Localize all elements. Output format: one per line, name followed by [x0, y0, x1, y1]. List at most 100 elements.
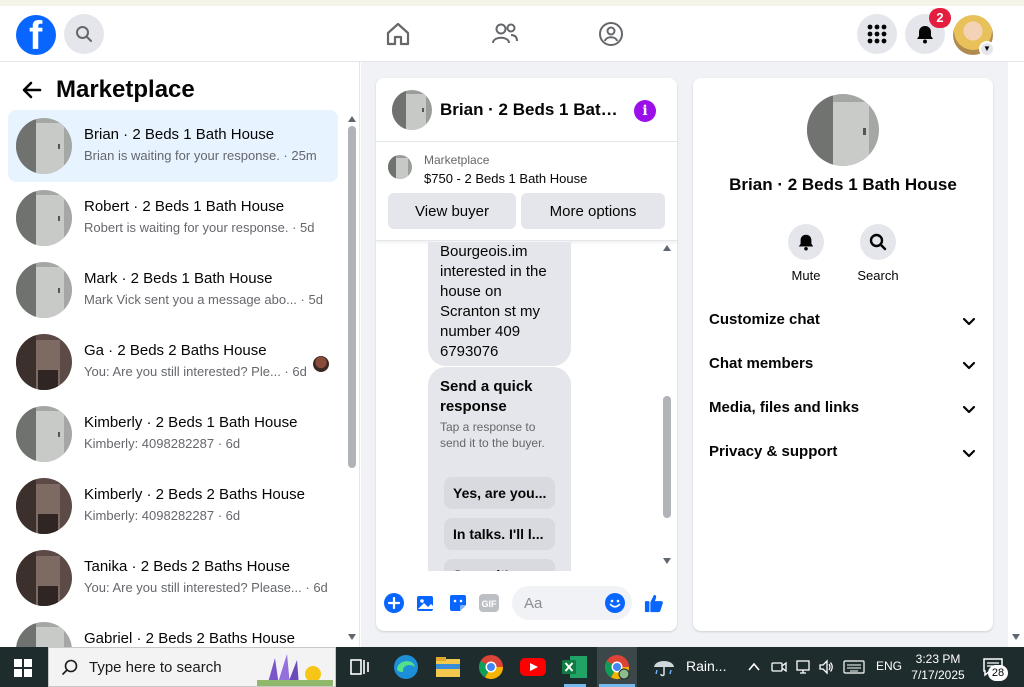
search-button[interactable]	[64, 14, 104, 54]
info-section-label: Media, files and links	[709, 399, 860, 416]
weather-umbrella-icon[interactable]	[652, 656, 676, 678]
network-icon[interactable]	[795, 659, 811, 675]
listing-price[interactable]: $750 - 2 Beds 1 Bath House	[424, 171, 587, 186]
info-icon[interactable]: i	[634, 100, 656, 122]
conversation-thumbnail	[16, 190, 72, 246]
conversation-title: Ga · 2 Beds 2 Baths House	[84, 342, 267, 359]
chat-title[interactable]: Brian · 2 Beds 1 Bath House	[440, 100, 620, 120]
conversation-item[interactable]: Tanika · 2 Beds 2 Baths House You: Are yo…	[8, 542, 338, 614]
listing-thumbnail[interactable]	[392, 90, 432, 130]
conversation-thumbnail	[16, 622, 72, 647]
mute-label: Mute	[791, 268, 821, 283]
page-scrollbar[interactable]	[1008, 62, 1024, 647]
info-section-row[interactable]: Privacy & support	[701, 431, 985, 475]
conversation-item[interactable]: Kimberly · 2 Beds 2 Baths House Kimberly:…	[8, 470, 338, 542]
quick-reply-chip[interactable]: In talks. I'll l...	[444, 518, 555, 550]
chat-header: Brian · 2 Beds 1 Bath House i	[376, 78, 677, 142]
facebook-logo-icon[interactable]: f	[16, 14, 56, 58]
info-section-row[interactable]: Chat members	[701, 343, 985, 387]
task-view-icon[interactable]	[350, 658, 370, 676]
conversation-thumbnail	[16, 478, 72, 534]
page-title: Marketplace	[56, 76, 195, 103]
taskbar-search-placeholder: Type here to search	[89, 659, 222, 676]
clock[interactable]: 3:23 PM 7/17/2025	[906, 651, 970, 683]
file-explorer-icon[interactable]	[434, 653, 462, 681]
listing-small-thumbnail[interactable]	[388, 155, 412, 179]
search-action[interactable]: Search	[850, 224, 906, 283]
message-thread-scrollbar[interactable]	[663, 396, 671, 518]
listing-profile-image[interactable]	[807, 94, 879, 166]
volume-icon[interactable]	[818, 659, 834, 675]
conversation-snippet: Kimberly: 4098282287 · 6d	[84, 508, 241, 523]
chevron-down-icon	[962, 317, 976, 326]
scroll-up-arrow[interactable]	[663, 245, 671, 251]
search-action-circle	[860, 224, 896, 260]
received-message: Bourgeois.im interested in the house on …	[428, 242, 571, 366]
groups-icon	[599, 22, 623, 46]
edge-icon[interactable]	[392, 653, 420, 681]
photo-icon[interactable]	[416, 593, 436, 613]
plus-icon[interactable]	[384, 593, 404, 613]
clock-time: 3:23 PM	[915, 652, 961, 666]
quick-reply-chip[interactable]: Sorry, it's n...	[444, 559, 555, 571]
scroll-up-arrow[interactable]	[348, 116, 356, 122]
back-arrow-icon[interactable]	[20, 78, 44, 102]
chrome-profile-icon[interactable]	[603, 653, 631, 681]
conversation-snippet: Robert is waiting for your response. · 5…	[84, 220, 315, 235]
excel-icon[interactable]	[561, 653, 589, 681]
scroll-down-arrow[interactable]	[1012, 634, 1020, 640]
conversation-item[interactable]: Robert · 2 Beds 1 Bath House Robert is wa…	[8, 182, 338, 254]
groups-tab[interactable]	[593, 16, 629, 52]
info-title: Brian · 2 Beds 1 Bath House	[729, 175, 957, 194]
conversation-item[interactable]: Kimberly · 2 Beds 1 Bath House Kimberly: …	[8, 398, 338, 470]
mute-action[interactable]: Mute	[778, 224, 834, 283]
conversation-title: Kimberly · 2 Beds 1 Bath House	[84, 414, 298, 431]
info-section-label: Customize chat	[709, 311, 820, 328]
conversation-item[interactable]: Mark · 2 Beds 1 Bath House Mark Vick sent…	[8, 254, 338, 326]
language-indicator[interactable]: ENG	[876, 659, 902, 673]
chevron-down-icon	[962, 361, 976, 370]
thumbs-up-icon[interactable]	[644, 593, 664, 613]
taskbar-search-box[interactable]: Type here to search	[48, 647, 336, 687]
info-section-row[interactable]: Customize chat	[701, 299, 985, 343]
conversation-item[interactable]: Gabriel · 2 Beds 2 Baths House	[8, 614, 338, 647]
conversation-title: Brian · 2 Beds 1 Bath House	[84, 126, 275, 143]
home-tab[interactable]	[380, 16, 416, 52]
conversation-snippet: You: Are you still interested? Please...…	[84, 580, 328, 595]
info-section-label: Privacy & support	[709, 443, 838, 460]
gif-icon[interactable]: GIF	[478, 593, 500, 613]
scroll-down-arrow[interactable]	[348, 634, 356, 640]
more-options-button[interactable]: More options	[521, 193, 665, 229]
conversation-list-scrollbar[interactable]	[348, 126, 356, 468]
conversation-snippet: Kimberly: 4098282287 · 6d	[84, 436, 241, 451]
friends-icon	[492, 23, 518, 44]
mute-action-circle	[788, 224, 824, 260]
emoji-icon[interactable]	[605, 593, 625, 613]
seen-avatar	[313, 356, 329, 372]
conversation-list: Brian · 2 Beds 1 Bath House Brian is wait…	[8, 110, 338, 647]
conversation-title: Kimberly · 2 Beds 2 Baths House	[84, 486, 305, 503]
search-highlight-illustration	[257, 654, 333, 686]
conversation-item[interactable]: Ga · 2 Beds 2 Baths House You: Are you st…	[8, 326, 338, 398]
home-icon	[386, 22, 410, 46]
weather-widget[interactable]: Rain...	[686, 658, 726, 674]
info-section-row[interactable]: Media, files and links	[701, 387, 985, 431]
keyboard-icon[interactable]	[843, 660, 865, 674]
conversation-thumbnail	[16, 406, 72, 462]
meet-now-icon[interactable]	[771, 659, 787, 675]
chevron-up-icon[interactable]	[747, 661, 761, 673]
scroll-down-arrow[interactable]	[663, 558, 671, 564]
chrome-icon[interactable]	[477, 653, 505, 681]
conversation-title: Mark · 2 Beds 1 Bath House	[84, 270, 273, 287]
chevron-down-icon[interactable]: ▼	[979, 41, 995, 57]
youtube-icon[interactable]	[519, 653, 547, 681]
message-composer: GIF	[376, 581, 677, 625]
quick-reply-chip[interactable]: Yes, are you...	[444, 477, 555, 509]
windows-start-icon[interactable]	[14, 659, 32, 677]
notification-center-count: 28	[988, 665, 1008, 681]
friends-tab[interactable]	[487, 16, 523, 52]
sticker-icon[interactable]	[448, 593, 468, 613]
view-buyer-button[interactable]: View buyer	[388, 193, 516, 229]
conversation-item[interactable]: Brian · 2 Beds 1 Bath House Brian is wait…	[8, 110, 338, 182]
menu-button[interactable]	[857, 14, 897, 54]
